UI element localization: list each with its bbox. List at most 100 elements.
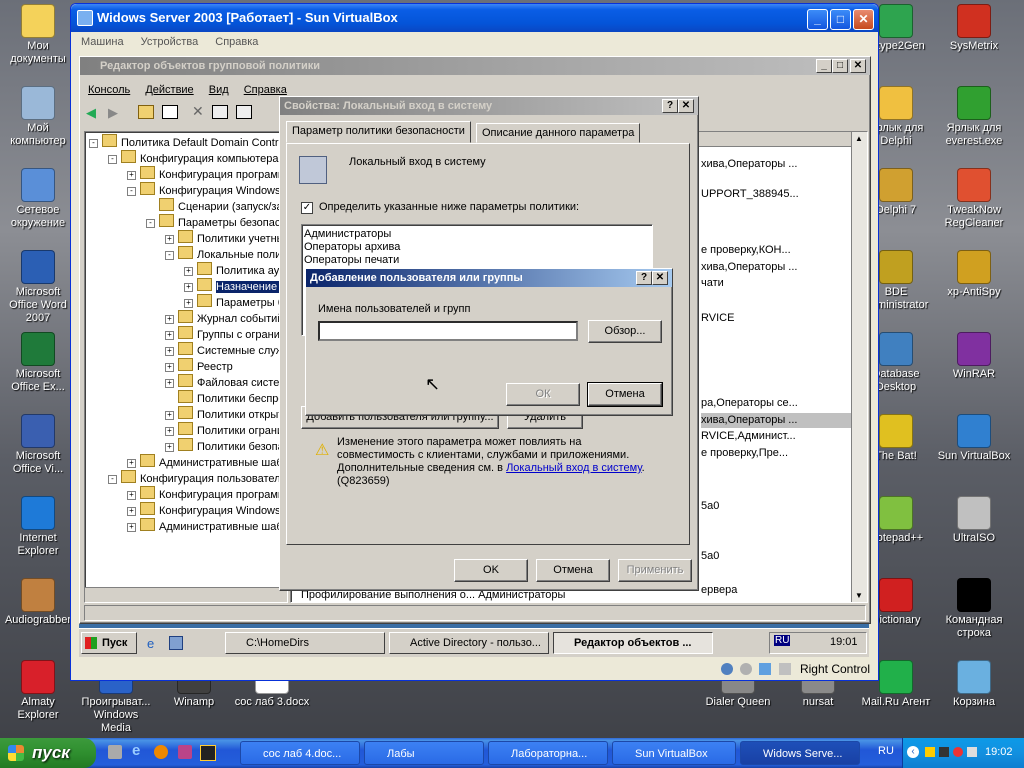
tree-item[interactable]: + Назначение прав пользователя [184, 278, 287, 293]
tree-item[interactable]: + Административные шаблоны [127, 454, 287, 469]
expand-icon[interactable]: + [127, 523, 136, 532]
host-task-laboratornaya[interactable]: Лабораторна... [488, 741, 608, 765]
guest-task-active-directory[interactable]: Active Directory - пользо... [389, 632, 549, 654]
collapse-icon[interactable]: - [108, 475, 117, 484]
tree-item[interactable]: - Конфигурация Windows [127, 182, 281, 197]
virtualbox-titlebar[interactable]: Widows Server 2003 [Работает] - Sun Virt… [71, 4, 878, 32]
list-item[interactable]: е проверку,КОН... [701, 243, 791, 258]
tree-item[interactable]: - Конфигурация компьютера [108, 150, 278, 165]
define-policy-checkbox[interactable]: ✓ [301, 202, 313, 214]
guest-screen[interactable]: Редактор объектов групповой политики _ □… [79, 56, 871, 657]
properties-titlebar[interactable]: Свойства: Локальный вход в систему ? ✕ [280, 97, 698, 115]
up-folder-icon[interactable] [138, 105, 154, 119]
host-task-widows-server[interactable]: Widows Serve... [740, 741, 860, 765]
desktop-icon-recycle-bin[interactable]: Корзина [936, 660, 1012, 709]
properties-apply-button[interactable]: Применить [618, 559, 692, 582]
delete-icon[interactable]: ✕ [192, 103, 204, 120]
desktop-icon-cmd[interactable]: Командная строка [936, 578, 1012, 640]
gpe-minimize-button[interactable]: _ [816, 59, 832, 73]
close-button[interactable]: ✕ [853, 9, 874, 30]
list-item[interactable]: чати [701, 276, 724, 291]
add-user-dialog[interactable]: Добавление пользователя или группы ? ✕ И… [305, 268, 673, 416]
gpe-close-button[interactable]: ✕ [850, 59, 866, 73]
tab-explain[interactable]: Описание данного параметра [476, 123, 641, 143]
scroll-up-icon[interactable]: ▲ [855, 134, 863, 143]
expand-icon[interactable]: + [165, 363, 174, 372]
tree-item[interactable]: - Политика Default Domain Controllers [89, 134, 287, 149]
collapse-icon[interactable]: - [146, 219, 155, 228]
expand-icon[interactable]: + [165, 427, 174, 436]
host-task-laby[interactable]: Лабы [364, 741, 484, 765]
tree-item[interactable]: Сценарии (запуск/завершение) [146, 198, 287, 213]
tray-volume-icon[interactable] [967, 747, 977, 757]
tree-item[interactable]: + Параметры безопасности [184, 294, 287, 309]
expand-icon[interactable]: + [127, 507, 136, 516]
quicklaunch-player-icon[interactable] [154, 745, 168, 759]
list-item[interactable]: ра,Операторы се... [701, 396, 798, 411]
tree-item[interactable]: + Журнал событий [165, 310, 283, 325]
tray-icon-1[interactable] [925, 747, 935, 757]
tree-item[interactable]: + Политики безопасности IP [165, 438, 287, 453]
add-user-ok-button[interactable]: ОК [506, 383, 580, 406]
member-item[interactable]: Операторы печати [304, 253, 399, 268]
quicklaunch-ie-icon[interactable]: e [147, 636, 154, 651]
gpe-maximize-button[interactable]: □ [832, 59, 848, 73]
tab-security-policy[interactable]: Параметр политики безопасности [286, 121, 471, 143]
expand-icon[interactable]: + [127, 171, 136, 180]
expand-icon[interactable]: + [165, 315, 174, 324]
desktop-icon-ie[interactable]: Internet Explorer [0, 496, 76, 558]
expand-icon[interactable]: + [127, 491, 136, 500]
collapse-icon[interactable]: - [165, 251, 174, 260]
collapse-icon[interactable]: - [127, 187, 136, 196]
tree-item[interactable]: + Административные шаблоны [127, 518, 287, 533]
tree-item[interactable]: + Конфигурация программ [127, 166, 285, 181]
quicklaunch-app-icon[interactable] [178, 745, 192, 759]
add-user-close-button[interactable]: ✕ [652, 271, 668, 285]
gpe-menu-help[interactable]: Справка [244, 84, 287, 96]
desktop-icon-network[interactable]: Сетевое окружение [0, 168, 76, 230]
tree-item[interactable]: + Файловая система [165, 374, 287, 389]
properties-cancel-button[interactable]: Отмена [536, 559, 610, 582]
list-item[interactable]: RVICE [701, 311, 734, 326]
list-item[interactable]: UPPORT_388945... [701, 187, 799, 202]
tree-item[interactable]: + Политика аудита [184, 262, 287, 277]
properties-icon[interactable] [212, 105, 228, 119]
desktop-icon-sysmetrix[interactable]: SysMetrix [936, 4, 1012, 53]
tray-chevron-icon[interactable]: ‹ [907, 746, 919, 758]
list-item[interactable]: е проверку,Пре... [701, 446, 788, 461]
host-task-virtualbox[interactable]: Sun VirtualBox [612, 741, 736, 765]
expand-icon[interactable]: + [127, 459, 136, 468]
tray-icon-3[interactable] [953, 747, 963, 757]
tree-item[interactable]: + Системные службы [165, 342, 287, 357]
list-item[interactable]: хива,Операторы ... [701, 413, 851, 428]
menu-devices[interactable]: Устройства [141, 36, 199, 48]
list-item[interactable]: 5a0 [701, 499, 719, 514]
expand-icon[interactable]: + [184, 299, 193, 308]
back-icon[interactable]: ◀ [86, 105, 96, 121]
desktop-icon-ultraiso[interactable]: UltraISO [936, 496, 1012, 545]
tree-item[interactable]: - Конфигурация пользователя [108, 470, 287, 485]
gpe-tree-pane[interactable]: - Политика Default Domain Controllers - Кон… [84, 131, 288, 603]
expand-icon[interactable]: + [165, 235, 174, 244]
warning-link[interactable]: Локальный вход в систему [506, 462, 642, 474]
expand-icon[interactable]: + [165, 347, 174, 356]
guest-task-homedirs[interactable]: C:\HomeDirs [225, 632, 385, 654]
guest-lang[interactable]: RU [774, 635, 791, 646]
virtualbox-window[interactable]: Widows Server 2003 [Работает] - Sun Virt… [70, 3, 879, 681]
guest-task-gpe[interactable]: Редактор объектов ... [553, 632, 713, 654]
desktop-icon-computer[interactable]: Мой компьютер [0, 86, 76, 148]
gpe-titlebar[interactable]: Редактор объектов групповой политики _ □… [80, 57, 870, 75]
tray-icon-2[interactable] [939, 747, 949, 757]
properties-close-button[interactable]: ✕ [678, 99, 694, 113]
tree-hscrollbar[interactable] [85, 587, 287, 602]
maximize-button[interactable]: □ [830, 9, 851, 30]
tree-item[interactable]: Политики беспроводной сети [165, 390, 287, 405]
collapse-icon[interactable]: - [108, 155, 117, 164]
tree-item[interactable]: + Реестр [165, 358, 233, 373]
user-names-input[interactable] [318, 321, 578, 341]
host-lang[interactable]: RU [878, 745, 894, 757]
export-icon[interactable] [236, 105, 252, 119]
expand-icon[interactable]: + [165, 443, 174, 452]
desktop-icon-almaty-explorer[interactable]: Almaty Explorer [0, 660, 76, 722]
tree-item[interactable]: - Параметры безопасности [146, 214, 287, 229]
